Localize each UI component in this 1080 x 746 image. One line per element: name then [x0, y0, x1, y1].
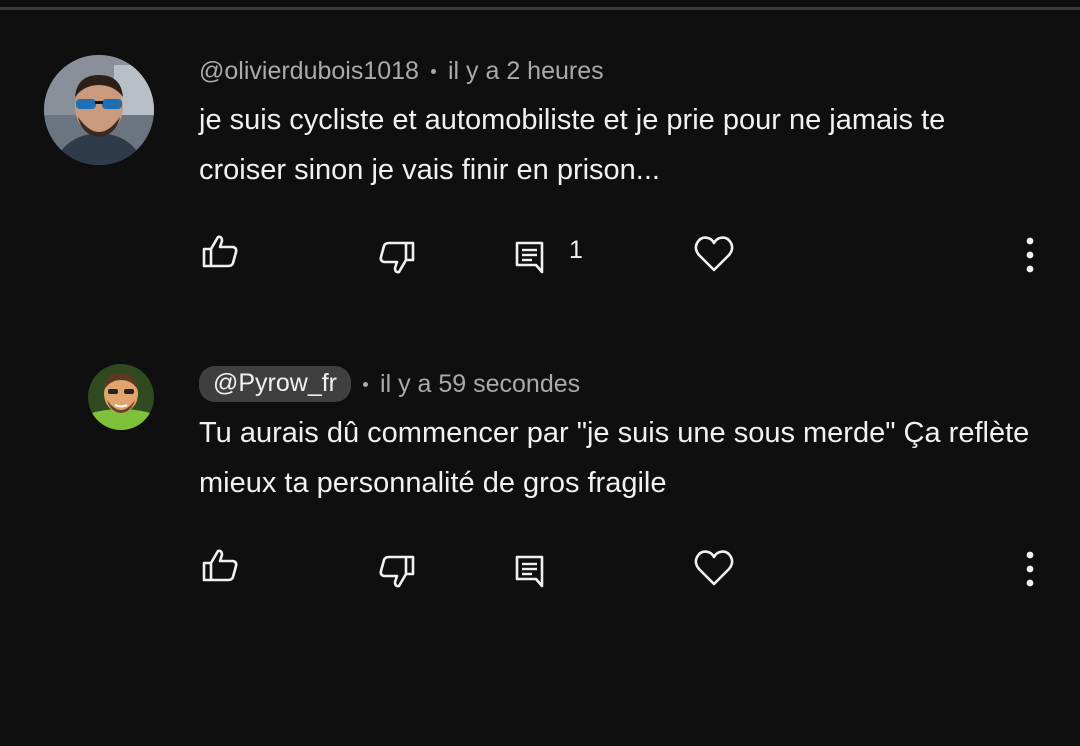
- comment-text: Tu aurais dû commencer par "je suis une …: [199, 417, 1030, 499]
- comment-2: @Pyrow_fr il y a 59 secondes Tu aurais d…: [0, 0, 1080, 746]
- heart-button[interactable]: [692, 546, 736, 590]
- avatar-cartoon: [88, 364, 154, 430]
- timestamp[interactable]: il y a 59 secondes: [380, 370, 580, 399]
- more-options-button[interactable]: [1008, 546, 1052, 590]
- reply-button[interactable]: [507, 548, 551, 592]
- like-button[interactable]: [198, 543, 242, 587]
- thumb-up-icon: [202, 549, 238, 582]
- heart-icon: [694, 550, 734, 586]
- more-vert-icon: [1026, 551, 1034, 587]
- avatar[interactable]: [88, 364, 154, 430]
- comment-icon: [515, 555, 544, 588]
- meta-separator: [363, 381, 369, 387]
- thumb-down-icon: [379, 555, 415, 588]
- comment-meta: @Pyrow_fr il y a 59 secondes: [199, 366, 580, 402]
- author-handle[interactable]: @Pyrow_fr: [199, 366, 352, 402]
- dislike-button[interactable]: [375, 550, 419, 594]
